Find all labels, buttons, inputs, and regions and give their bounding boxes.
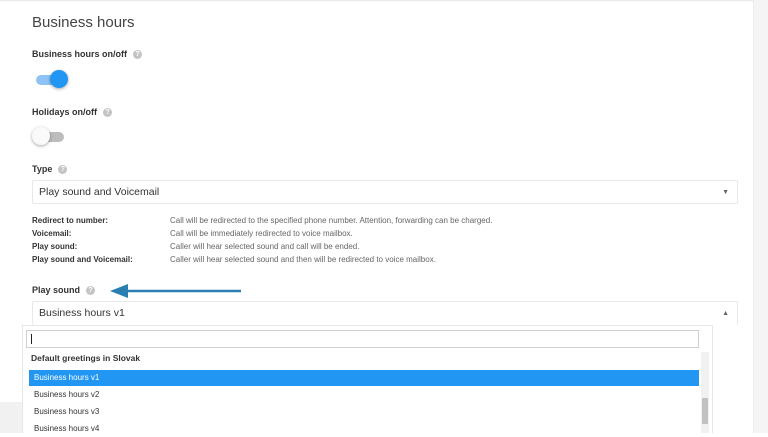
dropdown-search-box [26, 330, 699, 348]
business-hours-label-row: Business hours on/off ? [32, 49, 143, 59]
toggle-knob [50, 70, 68, 88]
play-sound-select-value: Business hours v1 [39, 307, 125, 319]
dropdown-scrollbar-thumb[interactable] [702, 398, 708, 424]
description-text: Call will be redirected to the specified… [170, 216, 493, 225]
type-label-row: Type ? [32, 164, 68, 174]
option-group-label: Default greetings in Slovak [31, 353, 141, 363]
help-circle-icon[interactable]: ? [86, 285, 96, 295]
description-text: Caller will hear selected sound and then… [170, 255, 436, 264]
option-business-hours-v2[interactable]: Business hours v2 [29, 387, 699, 403]
option-business-hours-v3[interactable]: Business hours v3 [29, 404, 699, 420]
toggle-knob [32, 127, 50, 145]
type-descriptions: Redirect to number: Call will be redirec… [32, 214, 492, 266]
description-row: Voicemail: Call will be immediately redi… [32, 227, 492, 240]
help-circle-icon[interactable]: ? [103, 107, 112, 117]
holidays-label-row: Holidays on/off ? [32, 107, 112, 117]
help-circle-icon[interactable]: ? [133, 49, 143, 59]
description-key: Play sound and Voicemail: [32, 255, 133, 264]
description-text: Caller will hear selected sound and call… [170, 242, 360, 251]
holidays-toggle[interactable] [32, 126, 68, 148]
annotation-arrow-icon [110, 284, 241, 298]
description-key: Voicemail: [32, 229, 72, 238]
description-key: Play sound: [32, 242, 78, 251]
type-select-value: Play sound and Voicemail [39, 186, 160, 198]
page-scrollbar[interactable] [753, 0, 768, 433]
dropdown-scrollbar[interactable] [701, 352, 709, 433]
option-business-hours-v4[interactable]: Business hours v4 [29, 421, 699, 437]
caret-up-icon: ▲ [722, 310, 729, 317]
description-key: Redirect to number: [32, 216, 109, 225]
section-title: Business hours [32, 14, 135, 31]
play-sound-dropdown: Default greetings in Slovak Business hou… [22, 325, 713, 433]
play-sound-label-row: Play sound ? [32, 285, 96, 295]
business-hours-label: Business hours on/off [32, 49, 128, 59]
help-circle-icon[interactable]: ? [58, 164, 68, 174]
text-cursor [31, 334, 32, 344]
business-hours-toggle[interactable] [32, 69, 68, 91]
holidays-label: Holidays on/off [32, 107, 97, 117]
option-business-hours-v1[interactable]: Business hours v1 [29, 370, 699, 386]
type-select[interactable]: Play sound and Voicemail ▼ [32, 180, 738, 204]
description-row: Play sound and Voicemail: Caller will he… [32, 253, 492, 266]
type-label: Type [32, 164, 53, 174]
play-sound-select[interactable]: Business hours v1 ▲ [32, 301, 738, 325]
play-sound-label: Play sound [32, 285, 81, 295]
description-row: Play sound: Caller will hear selected so… [32, 240, 492, 253]
caret-down-icon: ▼ [722, 189, 729, 196]
description-text: Call will be immediately redirected to v… [170, 229, 353, 238]
description-row: Redirect to number: Call will be redirec… [32, 214, 492, 227]
